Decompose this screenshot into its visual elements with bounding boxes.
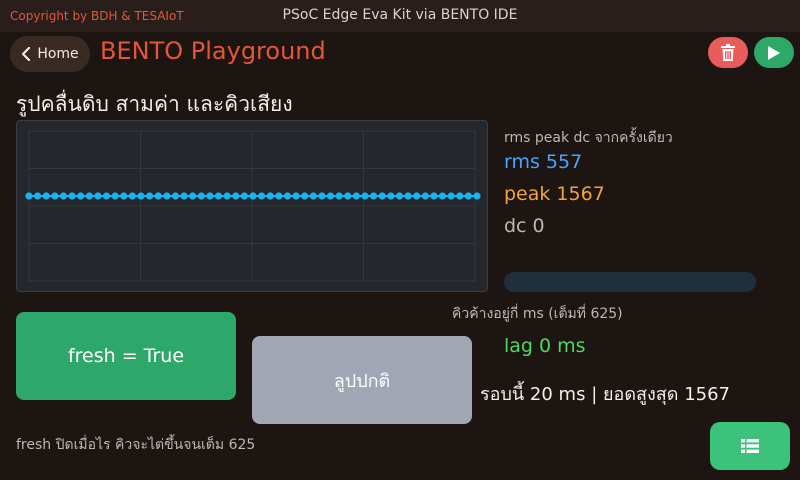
waveform-point bbox=[249, 192, 257, 200]
waveform-point bbox=[68, 192, 76, 200]
waveform-point bbox=[378, 192, 386, 200]
waveform-chart bbox=[16, 120, 488, 292]
queue-progress-bar bbox=[504, 272, 756, 292]
lag-value: lag 0 ms bbox=[504, 335, 586, 357]
queue-caption: คิวค้างอยู่กี่ ms (เต็มที่ 625) bbox=[452, 306, 623, 322]
fresh-note: fresh ปิดเมื่อไร คิวจะไต่ขึ้นจนเต็ม 625 bbox=[16, 437, 256, 453]
waveform-point bbox=[94, 192, 102, 200]
waveform-point bbox=[266, 192, 274, 200]
waveform-point bbox=[464, 192, 472, 200]
normal-loop-button[interactable]: ลูปปกติ bbox=[252, 336, 472, 424]
waveform-point bbox=[102, 192, 111, 200]
waveform-point bbox=[283, 192, 292, 200]
waveform-point bbox=[240, 192, 248, 200]
waveform-point bbox=[180, 192, 188, 200]
waveform-point bbox=[438, 192, 447, 200]
dc-value: dc 0 bbox=[504, 215, 545, 237]
waveform-point bbox=[51, 192, 59, 200]
top-status-bar: Copyright by BDH & TESAIoT PSoC Edge Eva… bbox=[0, 0, 800, 32]
run-button[interactable] bbox=[754, 37, 794, 68]
waveform-point bbox=[128, 192, 136, 200]
fresh-toggle-button[interactable]: fresh = True bbox=[16, 312, 236, 400]
waveform-point bbox=[171, 192, 180, 200]
waveform-point bbox=[275, 192, 283, 200]
waveform-point bbox=[335, 192, 343, 200]
waveform-point bbox=[189, 192, 197, 200]
waveform-point bbox=[163, 192, 171, 200]
device-title: PSoC Edge Eva Kit via BENTO IDE bbox=[282, 7, 518, 23]
waveform-point bbox=[301, 192, 309, 200]
chart-grid bbox=[28, 130, 476, 282]
waveform-point bbox=[111, 192, 119, 200]
waveform-point bbox=[361, 192, 369, 200]
round-stats: รอบนี้ 20 ms | ยอดสูงสุด 1567 bbox=[480, 384, 731, 405]
trash-icon bbox=[721, 43, 735, 61]
app-title: BENTO Playground bbox=[100, 37, 326, 65]
waveform-point bbox=[137, 192, 145, 200]
waveform-point bbox=[223, 192, 231, 200]
waveform-point bbox=[206, 192, 214, 200]
waveform-point bbox=[318, 192, 326, 200]
table-view-button[interactable] bbox=[710, 422, 790, 470]
section-title: รูปคลื่นดิบ สามค่า และคิวเสียง bbox=[16, 92, 293, 116]
waveform-point bbox=[146, 192, 154, 200]
waveform-point bbox=[25, 192, 33, 200]
waveform-point bbox=[370, 192, 378, 200]
waveform-point bbox=[387, 192, 395, 200]
waveform-point bbox=[232, 192, 240, 200]
waveform-point bbox=[447, 192, 455, 200]
waveform-point bbox=[456, 192, 464, 200]
waveform-point bbox=[352, 192, 360, 200]
waveform-point bbox=[473, 192, 481, 200]
home-button-label: Home bbox=[37, 46, 79, 62]
waveform-point bbox=[395, 192, 404, 200]
metrics-caption: rms peak dc จากครั้งเดียว bbox=[504, 130, 673, 146]
delete-button[interactable] bbox=[708, 37, 748, 68]
chevron-left-icon bbox=[22, 47, 31, 61]
waveform-point bbox=[42, 192, 50, 200]
waveform-point bbox=[326, 192, 335, 200]
rms-value: rms 557 bbox=[504, 151, 583, 173]
waveform-point bbox=[197, 192, 205, 200]
waveform-point bbox=[421, 192, 429, 200]
waveform-point bbox=[404, 192, 412, 200]
waveform-point bbox=[292, 192, 300, 200]
waveform-point bbox=[85, 192, 93, 200]
peak-value: peak 1567 bbox=[504, 183, 605, 205]
waveform-point bbox=[214, 192, 223, 200]
waveform-point bbox=[59, 192, 68, 200]
waveform-point bbox=[344, 192, 352, 200]
waveform-plot bbox=[25, 130, 481, 282]
waveform-point bbox=[154, 192, 162, 200]
waveform-point bbox=[77, 192, 85, 200]
waveform-point bbox=[413, 192, 421, 200]
waveform-point bbox=[34, 192, 42, 200]
waveform-point bbox=[430, 192, 438, 200]
waveform-point bbox=[309, 192, 317, 200]
table-icon bbox=[741, 439, 759, 453]
waveform-point bbox=[258, 192, 266, 200]
waveform-point bbox=[120, 192, 128, 200]
play-icon bbox=[768, 45, 780, 60]
home-button[interactable]: Home bbox=[10, 36, 90, 72]
